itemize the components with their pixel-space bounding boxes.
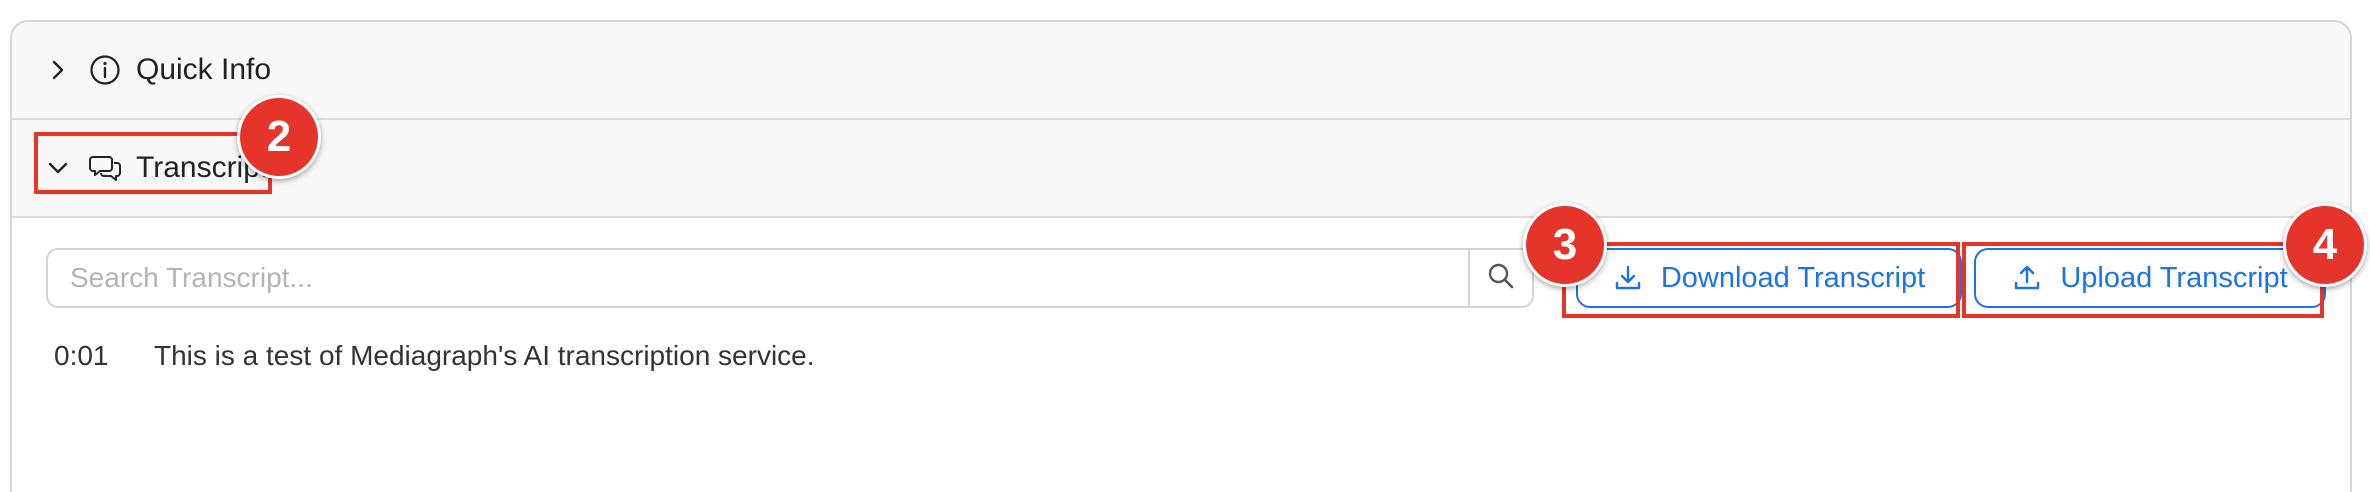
quick-info-label: Quick Info — [136, 53, 272, 86]
quick-info-section-header[interactable]: Quick Info — [12, 22, 2350, 120]
step-marker-4: 4 — [2283, 203, 2367, 287]
step-marker-2: 2 — [237, 95, 321, 179]
search-button[interactable] — [1468, 250, 1532, 306]
transcript-line[interactable]: 0:01 This is a test of Mediagraph's AI t… — [54, 340, 815, 372]
transcript-header-content: Transcript — [46, 151, 268, 185]
step-marker-3: 3 — [1523, 203, 1607, 287]
upload-icon — [2012, 263, 2042, 293]
quick-info-header-content: Quick Info — [46, 53, 271, 87]
upload-transcript-button[interactable]: Upload Transcript — [1974, 248, 2326, 308]
details-panel: Quick Info Transcript Search Transcript.… — [10, 20, 2352, 492]
search-icon — [1486, 261, 1516, 296]
download-transcript-label: Download Transcript — [1660, 261, 1926, 294]
chevron-right-icon — [46, 58, 70, 82]
transcript-timestamp[interactable]: 0:01 — [54, 340, 154, 372]
chevron-down-icon — [46, 156, 70, 180]
download-icon — [1613, 263, 1643, 293]
upload-transcript-label: Upload Transcript — [2060, 261, 2288, 294]
chat-bubbles-icon — [88, 151, 122, 185]
transcript-section-header[interactable]: Transcript — [12, 120, 2350, 218]
search-input[interactable] — [48, 250, 1468, 306]
transcript-text: This is a test of Mediagraph's AI transc… — [154, 340, 815, 371]
transcript-search — [46, 248, 1534, 308]
download-transcript-button[interactable]: Download Transcript — [1576, 248, 1962, 308]
info-circle-icon — [88, 53, 122, 87]
